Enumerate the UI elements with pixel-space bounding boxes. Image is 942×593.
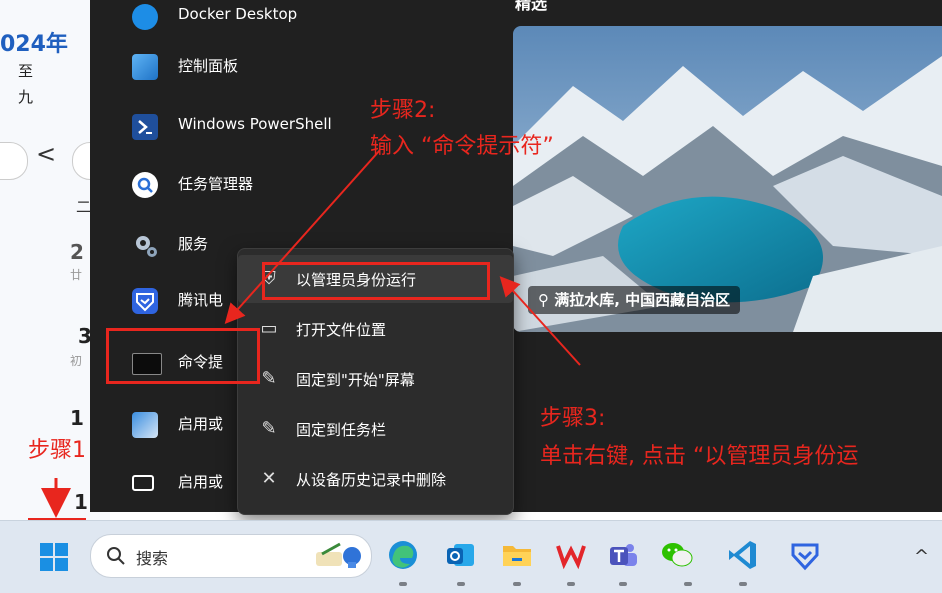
start-icon[interactable] <box>38 541 70 573</box>
weather-widget-icon[interactable] <box>312 538 361 572</box>
edge-icon[interactable] <box>386 538 420 572</box>
teams-icon[interactable] <box>606 538 640 572</box>
running-indicator <box>684 582 692 586</box>
running-indicator <box>567 582 575 586</box>
wechat-icon[interactable] <box>660 538 694 572</box>
chevron-up-icon[interactable]: ^ <box>914 546 929 567</box>
running-indicator <box>513 582 521 586</box>
taskbar-search-label: 搜索 <box>136 549 169 568</box>
wps-icon[interactable] <box>554 538 588 572</box>
running-indicator <box>457 582 465 586</box>
running-indicator <box>399 582 407 586</box>
running-indicator <box>619 582 627 586</box>
outlook-icon[interactable] <box>444 538 478 572</box>
running-indicator <box>739 582 747 586</box>
tencent-pc-manager-icon[interactable] <box>788 538 822 572</box>
file-explorer-icon[interactable] <box>500 538 534 572</box>
search-icon <box>106 546 126 570</box>
annotation-arrows <box>41 149 581 518</box>
vscode-icon[interactable] <box>726 538 760 572</box>
